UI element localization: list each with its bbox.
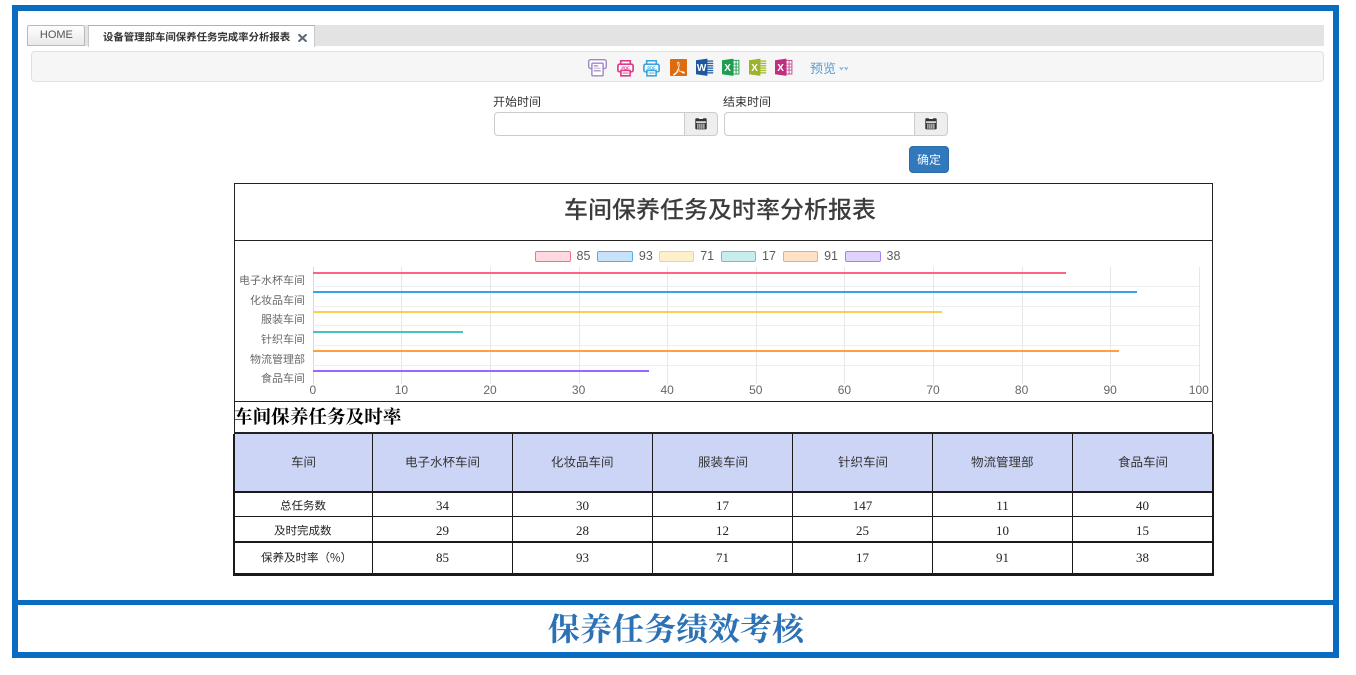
svg-text:X: X	[724, 63, 731, 74]
svg-text:X: X	[777, 63, 784, 74]
svg-text:W: W	[696, 63, 706, 74]
svg-text:PDF: PDF	[621, 65, 630, 70]
svg-text:PDF: PDF	[647, 65, 656, 70]
svg-text:X: X	[751, 63, 758, 74]
